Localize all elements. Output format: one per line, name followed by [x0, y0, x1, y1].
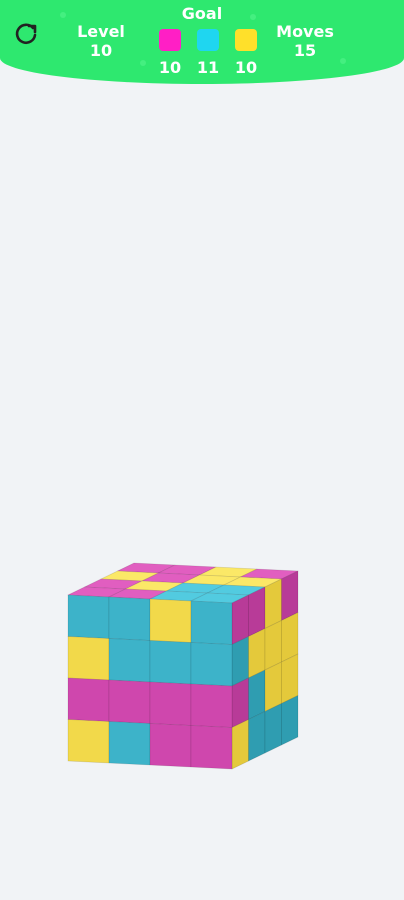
cube-right-tile[interactable]	[248, 586, 266, 637]
cube-front-tile[interactable]	[108, 596, 151, 641]
cube-right-tile[interactable]	[231, 719, 249, 770]
cube-front-tile[interactable]	[190, 683, 233, 728]
cube-front-tile[interactable]	[149, 598, 192, 643]
cube-front-tile[interactable]	[149, 640, 192, 685]
cube-front-tile[interactable]	[67, 594, 110, 639]
cube-right-tile[interactable]	[281, 612, 299, 663]
cube-right-tile[interactable]	[248, 628, 266, 679]
cube-right-tile[interactable]	[264, 703, 282, 754]
cube-front-tile[interactable]	[190, 600, 233, 645]
cube-front-tile[interactable]	[190, 725, 233, 770]
cube-right-tile[interactable]	[264, 578, 282, 629]
cube-right-tile[interactable]	[248, 711, 266, 762]
cube-front-tile[interactable]	[108, 638, 151, 683]
cube-front-tile[interactable]	[149, 723, 192, 768]
cube-front-tile[interactable]	[67, 677, 110, 722]
cube-right-tile[interactable]	[231, 636, 249, 687]
cube-front-tile[interactable]	[67, 719, 110, 764]
cube-right-tile[interactable]	[281, 570, 299, 621]
cube-front-tile[interactable]	[67, 636, 110, 681]
cube-front-tile[interactable]	[108, 679, 151, 724]
cube-front-tile[interactable]	[190, 642, 233, 687]
cube-front-tile[interactable]	[149, 681, 192, 726]
cube-right-tile[interactable]	[264, 661, 282, 712]
cube-right-tile[interactable]	[248, 669, 266, 720]
cube-right-tile[interactable]	[281, 653, 299, 704]
cube-right-tile[interactable]	[231, 594, 249, 645]
cube-right-tile[interactable]	[231, 677, 249, 728]
cube-scene[interactable]	[0, 0, 404, 900]
cube-right-tile[interactable]	[281, 695, 299, 746]
cube-front-tile[interactable]	[108, 721, 151, 766]
cube-right-tile[interactable]	[264, 620, 282, 671]
